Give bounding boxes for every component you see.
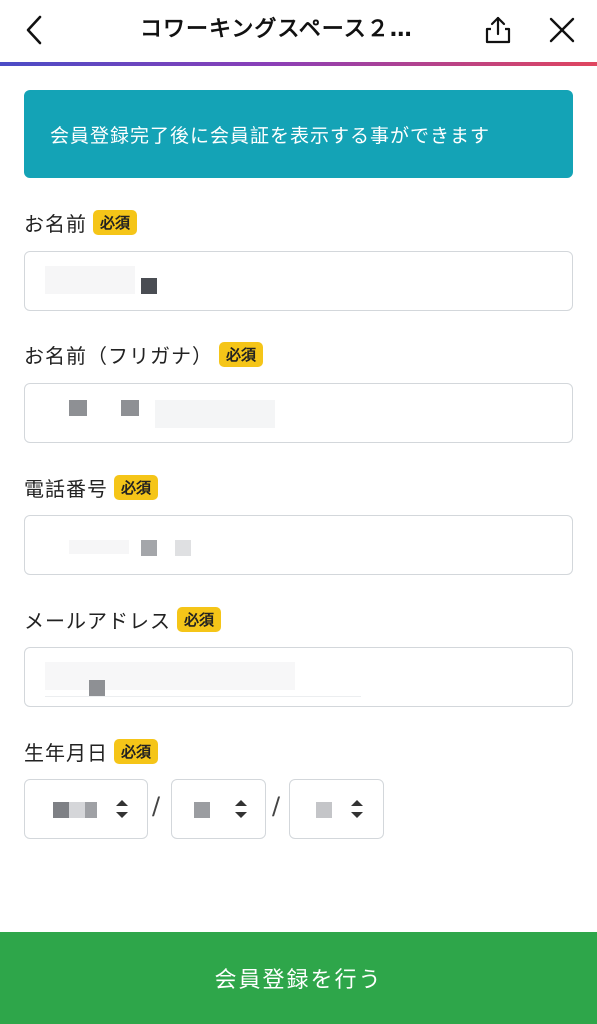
phone-label: 電話番号 必須 bbox=[24, 473, 159, 502]
header-bar: コワーキングスペース２… bbox=[0, 0, 597, 64]
required-badge: 必須 bbox=[93, 210, 138, 235]
membership-notice-banner: 会員登録完了後に会員証を表示する事ができます bbox=[24, 90, 573, 178]
required-badge: 必須 bbox=[114, 475, 159, 500]
blurred-select-value bbox=[85, 802, 97, 818]
blurred-input-value bbox=[45, 696, 361, 697]
blurred-select-value bbox=[53, 802, 69, 818]
phone-input[interactable] bbox=[24, 515, 573, 575]
notice-text: 会員登録完了後に会員証を表示する事ができます bbox=[50, 124, 491, 147]
submit-label: 会員登録を行う bbox=[214, 968, 383, 993]
phone-label-text: 電話番号 bbox=[24, 477, 108, 501]
name-label: お名前 必須 bbox=[24, 208, 138, 237]
birthday-label-text: 生年月日 bbox=[24, 741, 108, 765]
back-button[interactable] bbox=[18, 12, 50, 48]
blurred-input-value bbox=[141, 540, 157, 556]
birth-month-select[interactable] bbox=[171, 779, 266, 839]
share-button[interactable] bbox=[480, 12, 516, 48]
header-gradient-divider bbox=[0, 62, 597, 66]
blurred-input-value bbox=[141, 278, 157, 294]
blurred-input-value bbox=[69, 400, 87, 416]
name-kana-label: お名前（フリガナ） 必須 bbox=[24, 340, 264, 369]
blurred-input-value bbox=[45, 266, 135, 294]
sort-arrows-icon bbox=[351, 800, 363, 818]
required-badge: 必須 bbox=[177, 607, 222, 632]
birthday-label: 生年月日 必須 bbox=[24, 737, 159, 766]
close-icon bbox=[549, 17, 575, 43]
blurred-input-value bbox=[175, 540, 191, 556]
sort-arrows-icon bbox=[235, 800, 247, 818]
name-kana-input[interactable] bbox=[24, 383, 573, 443]
email-label: メールアドレス 必須 bbox=[24, 605, 222, 634]
share-icon bbox=[485, 16, 511, 44]
blurred-input-value bbox=[121, 400, 139, 416]
email-label-text: メールアドレス bbox=[24, 609, 171, 633]
name-input[interactable] bbox=[24, 251, 573, 311]
date-separator: / bbox=[272, 792, 281, 820]
chevron-left-icon bbox=[26, 15, 42, 45]
blurred-input-value bbox=[155, 400, 275, 428]
register-submit-button[interactable]: 会員登録を行う bbox=[0, 932, 597, 1024]
blurred-select-value bbox=[69, 802, 85, 818]
blurred-input-value bbox=[69, 540, 129, 554]
page-title: コワーキングスペース２… bbox=[140, 17, 413, 42]
required-badge: 必須 bbox=[219, 342, 264, 367]
close-button[interactable] bbox=[544, 12, 580, 48]
blurred-select-value bbox=[316, 802, 332, 818]
blurred-input-value bbox=[89, 680, 105, 696]
date-separator: / bbox=[152, 792, 161, 820]
birth-year-select[interactable] bbox=[24, 779, 148, 839]
email-input[interactable] bbox=[24, 647, 573, 707]
blurred-select-value bbox=[194, 802, 210, 818]
blurred-input-value bbox=[45, 662, 295, 690]
name-label-text: お名前 bbox=[24, 212, 87, 236]
sort-arrows-icon bbox=[116, 800, 128, 818]
required-badge: 必須 bbox=[114, 739, 159, 764]
birth-day-select[interactable] bbox=[289, 779, 384, 839]
name-kana-label-text: お名前（フリガナ） bbox=[24, 344, 213, 368]
